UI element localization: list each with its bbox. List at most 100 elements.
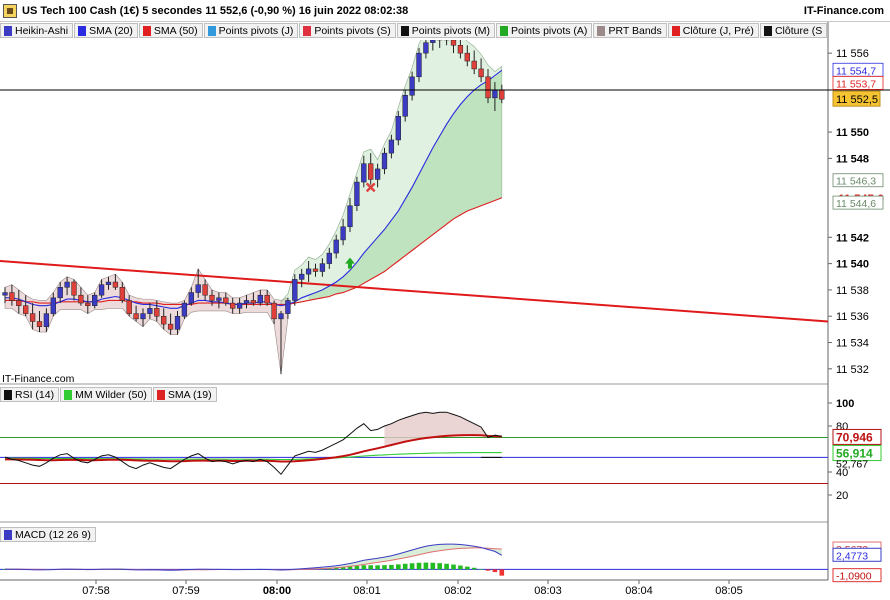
- macd-histogram-bar: [347, 566, 353, 570]
- candle-body: [85, 302, 91, 306]
- price-tick-label: 11 548: [836, 153, 869, 165]
- macd-histogram-bar: [416, 562, 422, 570]
- candle-body: [230, 302, 236, 309]
- legend-label: MACD (12 26 9): [15, 528, 91, 541]
- candle-body: [167, 323, 174, 330]
- candle-body: [243, 300, 250, 304]
- legend-swatch: [156, 389, 165, 400]
- candle-body: [257, 294, 263, 304]
- band-upper-value-label: 11 546,3: [836, 176, 876, 188]
- candle-body: [9, 292, 15, 301]
- macd-legend-item[interactable]: MACD (12 26 9): [0, 527, 96, 542]
- time-tick-label: 08:05: [715, 585, 743, 597]
- candle-body: [209, 294, 215, 301]
- price-tick-label: 11 540: [836, 259, 869, 271]
- candle-body: [450, 40, 457, 46]
- rsi-legend-item[interactable]: RSI (14): [0, 387, 60, 402]
- candle-body: [492, 89, 498, 99]
- candle-body: [478, 68, 484, 78]
- macd-value-label: 2,4773: [836, 550, 868, 562]
- macd-histogram-bar: [409, 563, 415, 570]
- candle-body: [430, 40, 436, 43]
- candle-body: [195, 284, 201, 293]
- candle-body: [271, 302, 277, 320]
- macd-histogram-bar: [396, 564, 401, 570]
- candle-body: [381, 152, 388, 170]
- candle-body: [285, 300, 291, 314]
- rsi-legend-item[interactable]: SMA (19): [152, 387, 217, 402]
- macd-legend: MACD (12 26 9): [0, 527, 120, 542]
- macd-hist-value-label: -1,0900: [836, 571, 872, 583]
- rsi-legend-item[interactable]: MM Wilder (50): [60, 387, 152, 402]
- main-panel: [0, 40, 828, 375]
- candle-body: [147, 308, 153, 314]
- candle-body: [126, 300, 132, 314]
- legend-swatch: [64, 389, 73, 400]
- macd-panel: [0, 543, 828, 576]
- candle-body: [36, 321, 43, 328]
- macd-histogram-bar: [478, 568, 484, 570]
- candle-body: [119, 287, 125, 301]
- price-tick-label: 11 538: [836, 285, 869, 297]
- chart-canvas[interactable]: 11 556 11 550 11 548 11 542 11 540 11 538 11 5…: [0, 0, 890, 600]
- candle-body: [312, 268, 319, 272]
- macd-histogram-bar: [465, 566, 470, 570]
- current-price-label: 11 552,5: [836, 94, 878, 106]
- rsi-legend: RSI (14) MM Wilder (50) SMA (19): [0, 387, 260, 402]
- macd-histogram-bar: [458, 565, 463, 570]
- candle-body: [71, 281, 77, 296]
- macd-histogram-bar: [368, 565, 373, 570]
- rsi-panel: [0, 411, 828, 484]
- candle-body: [92, 294, 98, 306]
- candle-body: [409, 76, 415, 96]
- macd-histogram-bar: [389, 564, 394, 570]
- candle-body: [154, 308, 160, 317]
- candle-body: [437, 40, 443, 41]
- price-tick-label: 11 556: [836, 48, 869, 60]
- candle-body: [499, 89, 505, 100]
- band-lower-value-label: 11 544,6: [836, 198, 876, 210]
- rsi-tick-label: 20: [836, 490, 848, 502]
- price-tick-label: 11 550: [836, 127, 869, 139]
- candle-body: [78, 294, 84, 304]
- macd-histogram-bar: [423, 562, 429, 570]
- candle-body: [264, 294, 270, 304]
- legend-label: RSI (14): [15, 388, 55, 401]
- candle-body: [443, 40, 450, 41]
- macd-histogram-bar: [430, 562, 436, 570]
- candle-body: [2, 292, 8, 296]
- candle-body: [416, 52, 422, 78]
- time-tick-label: 08:01: [353, 585, 381, 597]
- legend-swatch: [4, 389, 12, 400]
- price-tick-label: 11 532: [836, 364, 869, 376]
- candle-body: [305, 268, 312, 275]
- candle-body: [485, 76, 491, 99]
- macd-histogram-bar: [375, 565, 380, 570]
- sma20-value-label: 11 554,7: [836, 65, 876, 77]
- copyright-text: IT-Finance.com: [2, 373, 75, 385]
- legend-label: SMA (19): [167, 388, 212, 401]
- candle-body: [250, 300, 257, 304]
- candle-body: [402, 94, 408, 117]
- macd-histogram-bar: [451, 564, 456, 570]
- candle-body: [23, 305, 29, 314]
- time-tick-label: 08:04: [625, 585, 653, 597]
- legend-label: MM Wilder (50): [75, 388, 147, 401]
- candle-body: [368, 163, 374, 180]
- time-tick-label: 08:02: [444, 585, 472, 597]
- candle-body: [464, 52, 470, 62]
- candle-body: [388, 139, 395, 154]
- candle-body: [202, 284, 208, 296]
- candle-body: [333, 239, 339, 254]
- candle-body: [223, 297, 229, 304]
- time-tick-label: 07:59: [172, 585, 200, 597]
- candle-body: [347, 205, 353, 228]
- legend-swatch: [4, 529, 12, 540]
- macd-histogram-bar: [499, 569, 505, 576]
- price-tick-label: 11 534: [836, 338, 869, 350]
- candle-body: [471, 60, 477, 70]
- macd-histogram-bar: [444, 563, 449, 570]
- price-tick-label: 11 536: [836, 311, 869, 323]
- rsi-sma-value-label: 70,946: [836, 430, 873, 444]
- candle-body: [29, 313, 36, 322]
